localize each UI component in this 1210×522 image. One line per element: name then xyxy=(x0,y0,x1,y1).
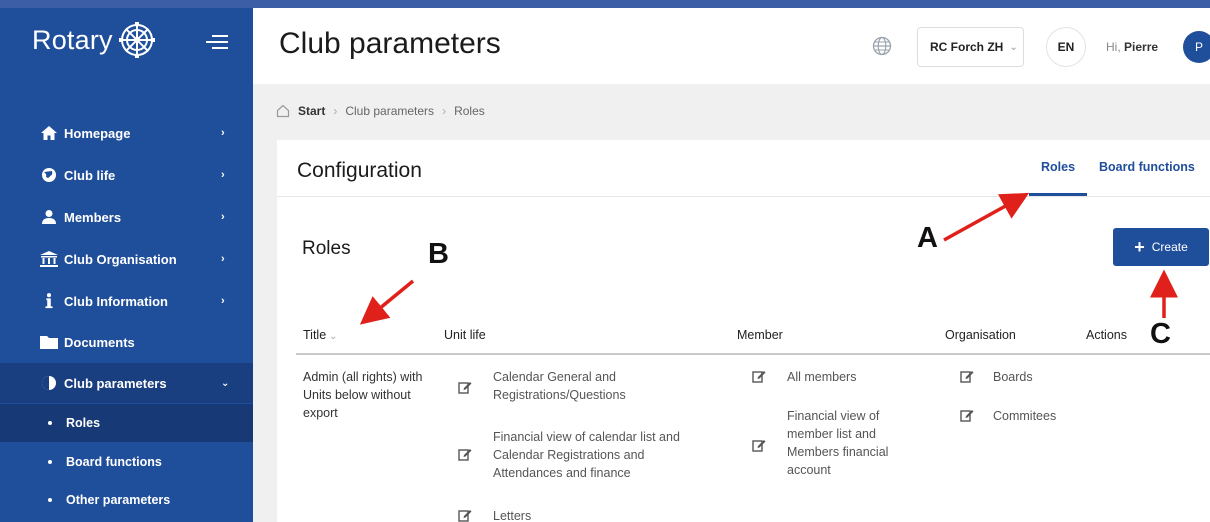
sidebar-item-label: Members xyxy=(64,209,122,225)
page-title: Club parameters xyxy=(279,27,501,60)
edit-icon[interactable] xyxy=(458,508,472,522)
sidebar-item-members[interactable]: Members › xyxy=(0,197,253,237)
chevron-right-icon: › xyxy=(221,253,225,265)
sidebar-item-label: Club Organisation xyxy=(64,251,177,267)
breadcrumb-separator: › xyxy=(333,104,338,118)
permission-item: Boards xyxy=(993,370,1033,384)
sidebar-subitem-label: Roles xyxy=(66,416,101,430)
tab-roles[interactable]: Roles xyxy=(1041,160,1075,174)
table-header-divider xyxy=(296,353,1210,355)
sidebar-subitem-label: Other parameters xyxy=(66,493,171,507)
annotation-letter-b: B xyxy=(428,238,449,270)
club-selector-value: RC Forch ZH xyxy=(930,40,1004,54)
rotary-wheel-icon xyxy=(118,22,155,58)
bullet-icon xyxy=(48,498,52,502)
section-title: Roles xyxy=(302,238,351,259)
configuration-card: Configuration Roles Board functions Role… xyxy=(277,140,1210,522)
create-button[interactable]: + Create xyxy=(1113,228,1209,266)
tab-board-functions[interactable]: Board functions xyxy=(1099,160,1195,174)
column-header-unit-life: Unit life xyxy=(444,328,486,342)
sort-chevron-icon: ⌄ xyxy=(329,331,338,342)
sidebar: Rotary Homepage › Club life › Members › … xyxy=(0,0,253,522)
chevron-right-icon: › xyxy=(221,295,225,307)
card-title: Configuration xyxy=(297,159,422,182)
permission-item: Financial view of calendar list and Cale… xyxy=(493,430,680,480)
breadcrumb-start[interactable]: Start xyxy=(298,104,325,118)
sidebar-top-strip xyxy=(0,0,253,8)
globe-icon xyxy=(42,168,56,182)
bullet-icon xyxy=(48,460,52,464)
sidebar-subitem-board-functions[interactable]: Board functions xyxy=(0,443,253,481)
column-header-title-label: Title xyxy=(303,328,327,342)
edit-icon[interactable] xyxy=(960,369,974,383)
breadcrumb-roles: Roles xyxy=(454,104,485,118)
bullet-icon xyxy=(48,421,52,425)
sidebar-item-label: Documents xyxy=(64,334,135,350)
sidebar-item-club-information[interactable]: Club Information › xyxy=(0,281,253,321)
chevron-right-icon: › xyxy=(221,211,225,223)
home-outline-icon[interactable] xyxy=(276,104,290,118)
permission-item: Financial view of member list and Member… xyxy=(787,409,889,477)
edit-icon[interactable] xyxy=(458,380,472,394)
annotation-letter-c: C xyxy=(1150,318,1171,350)
toggle-icon xyxy=(42,376,56,390)
user-icon xyxy=(42,210,56,224)
chevron-down-icon: ⌄ xyxy=(1009,41,1018,53)
top-header: Club parameters RC Forch ZH ⌄ EN Hi, Pie… xyxy=(253,0,1210,84)
column-header-member: Member xyxy=(737,328,783,342)
sidebar-item-homepage[interactable]: Homepage › xyxy=(0,113,253,153)
user-name: Pierre xyxy=(1124,40,1159,54)
permission-item: All members xyxy=(787,370,857,384)
sidebar-item-label: Club life xyxy=(64,167,116,183)
annotation-letter-a: A xyxy=(917,222,938,254)
chevron-right-icon: › xyxy=(221,127,225,139)
language-globe-icon[interactable] xyxy=(872,36,892,56)
permission-item: Commitees xyxy=(993,409,1057,423)
breadcrumb-club-parameters[interactable]: Club parameters xyxy=(345,104,434,118)
sidebar-item-label: Club parameters xyxy=(64,375,167,391)
plus-icon: + xyxy=(1134,237,1145,257)
folder-icon xyxy=(40,336,58,349)
logo-text: Rotary xyxy=(32,24,113,55)
edit-icon[interactable] xyxy=(752,369,766,383)
institution-icon xyxy=(40,251,58,267)
edit-icon[interactable] xyxy=(960,408,974,422)
sidebar-subitem-roles[interactable]: Roles xyxy=(0,404,253,442)
sidebar-subitem-label: Board functions xyxy=(66,455,162,469)
sidebar-subitem-other-parameters[interactable]: Other parameters xyxy=(0,481,253,519)
divider xyxy=(277,196,1210,197)
column-header-title[interactable]: Title ⌄ xyxy=(303,328,338,342)
chevron-down-icon: ⌄ xyxy=(221,377,230,389)
club-selector[interactable]: RC Forch ZH ⌄ xyxy=(917,27,1024,67)
avatar[interactable]: P xyxy=(1183,31,1210,63)
create-button-label: Create xyxy=(1151,240,1188,254)
column-header-actions: Actions xyxy=(1086,328,1127,342)
breadcrumb-separator: › xyxy=(442,104,447,118)
sidebar-item-club-organisation[interactable]: Club Organisation › xyxy=(0,239,253,279)
sidebar-item-club-parameters[interactable]: Club parameters ⌄ xyxy=(0,363,253,403)
user-greeting[interactable]: Hi, Pierre xyxy=(1106,40,1158,54)
permission-item: Calendar General and Registrations/Quest… xyxy=(493,370,626,402)
edit-icon[interactable] xyxy=(458,447,472,461)
sidebar-item-label: Club Information xyxy=(64,293,168,309)
menu-collapse-icon[interactable] xyxy=(206,34,230,50)
chevron-right-icon: › xyxy=(221,169,225,181)
edit-icon[interactable] xyxy=(752,438,766,452)
sidebar-item-documents[interactable]: Documents xyxy=(0,322,253,362)
breadcrumb: Start › Club parameters › Roles xyxy=(276,104,485,118)
language-button[interactable]: EN xyxy=(1046,27,1086,67)
sidebar-item-club-life[interactable]: Club life › xyxy=(0,155,253,195)
permission-item: Letters xyxy=(493,509,532,522)
home-icon xyxy=(41,126,57,140)
greeting-prefix: Hi, xyxy=(1106,40,1121,54)
column-header-organisation: Organisation xyxy=(945,328,1016,342)
sidebar-item-label: Homepage xyxy=(64,125,131,141)
info-icon xyxy=(45,293,53,309)
rotary-logo[interactable]: Rotary xyxy=(32,22,155,58)
role-title-cell[interactable]: Admin (all rights) with Units below with… xyxy=(303,368,423,422)
